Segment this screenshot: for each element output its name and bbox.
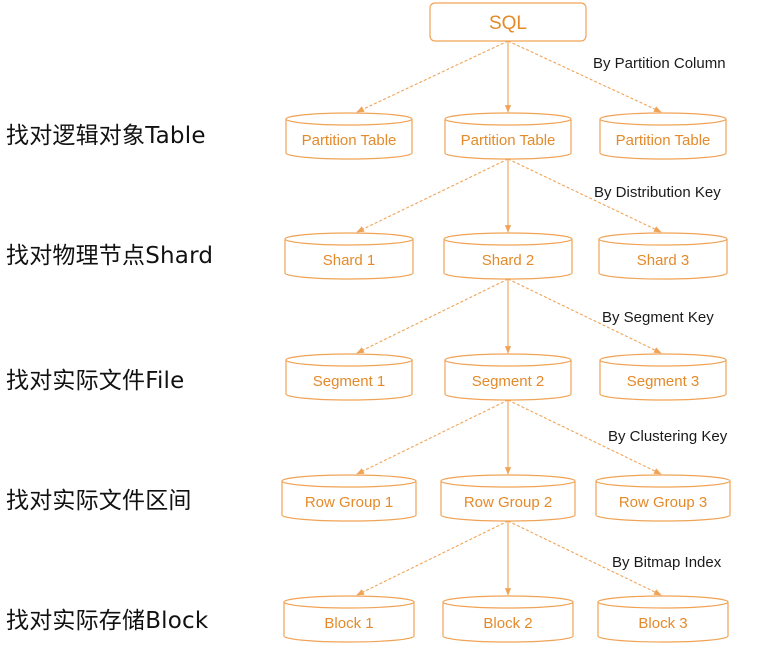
level-4-node-2: Block 2: [442, 595, 574, 643]
edge-label-level-2: By Segment Key: [602, 309, 714, 326]
edge-label-level-4: By Bitmap Index: [612, 554, 722, 571]
level-3-node-2-label: Row Group 2: [464, 494, 552, 511]
edge-label-level-0: By Partition Column: [593, 55, 726, 72]
edge-label-level-1: By Distribution Key: [594, 184, 721, 201]
level-4-node-1: Block 1: [283, 595, 415, 643]
level-1-node-3-label: Shard 3: [637, 252, 690, 269]
level-1-node-3: Shard 3: [598, 232, 728, 280]
level-2-node-3-label: Segment 3: [627, 373, 700, 390]
level-2-node-1: Segment 1: [285, 353, 413, 401]
edge-2-left-arrow: [356, 278, 509, 354]
hierarchy-diagram: 找对逻辑对象Table 找对物理节点Shard 找对实际文件File 找对实际文…: [0, 0, 761, 653]
level-0-node-1-label: Partition Table: [302, 132, 397, 149]
level-0-node-3: Partition Table: [599, 112, 727, 160]
sql-root-label: SQL: [489, 13, 527, 34]
level-4-node-3: Block 3: [597, 595, 729, 643]
level-2-node-2: Segment 2: [444, 353, 572, 401]
level-1-node-2-label: Shard 2: [482, 252, 535, 269]
level-0-node-1: Partition Table: [285, 112, 413, 160]
level-0-node-3-label: Partition Table: [616, 132, 711, 149]
level-1-node-2: Shard 2: [443, 232, 573, 280]
diagram-canvas: SQL Partition Table Partition Table Partiti…: [281, 2, 731, 643]
level-0-node-2-label: Partition Table: [461, 132, 556, 149]
level-3-node-3: Row Group 3: [595, 474, 731, 522]
level-3-node-2: Row Group 2: [440, 474, 576, 522]
level-3-node-1: Row Group 1: [281, 474, 417, 522]
level-3-node-1-label: Row Group 1: [305, 494, 393, 511]
level-0-node-2: Partition Table: [444, 112, 572, 160]
level-4-node-2-label: Block 2: [483, 615, 532, 632]
edge-4-left-arrow: [356, 520, 509, 596]
edge-0-left-arrow: [356, 40, 509, 113]
edge-label-level-3: By Clustering Key: [608, 428, 728, 445]
level-4-node-1-label: Block 1: [324, 615, 373, 632]
edge-1-left-arrow: [356, 158, 509, 233]
level-2-node-2-label: Segment 2: [472, 373, 545, 390]
level-3-node-3-label: Row Group 3: [619, 494, 707, 511]
edge-3-left-arrow: [356, 399, 509, 475]
level-4-node-3-label: Block 3: [638, 615, 687, 632]
edge-0-right-arrow: [507, 40, 662, 113]
level-1-node-1: Shard 1: [284, 232, 414, 280]
level-2-node-1-label: Segment 1: [313, 373, 386, 390]
level-1-node-1-label: Shard 1: [323, 252, 376, 269]
level-2-node-3: Segment 3: [599, 353, 727, 401]
